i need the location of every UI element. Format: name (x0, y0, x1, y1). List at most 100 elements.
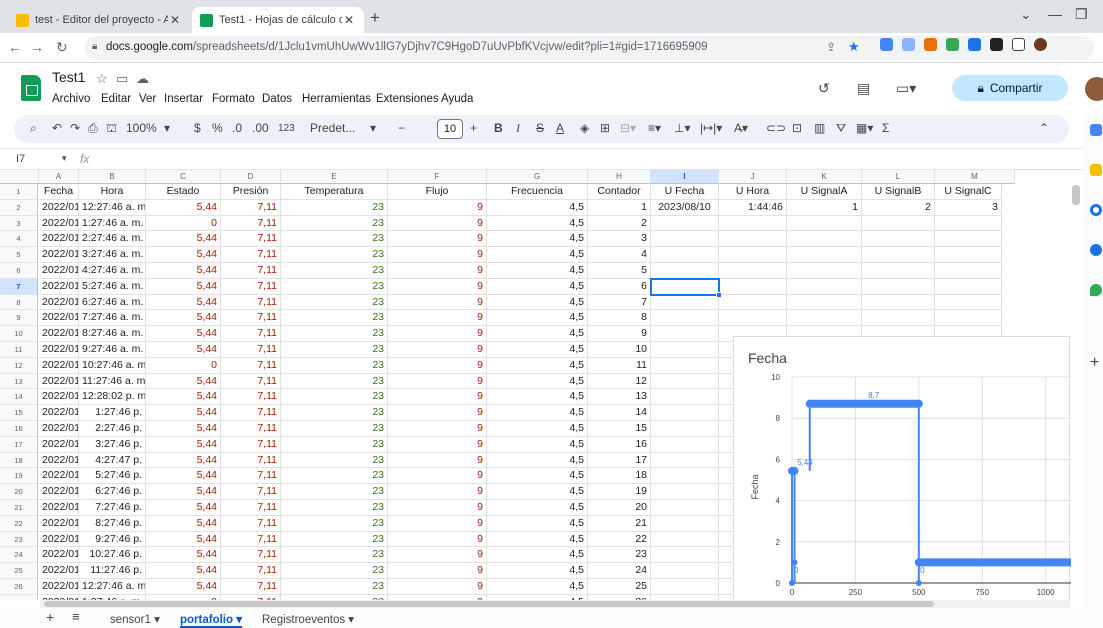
minimize-icon[interactable]: — (1048, 6, 1062, 22)
table-cell[interactable]: 9 (388, 436, 487, 453)
table-cell[interactable]: 3 (588, 231, 651, 248)
table-cell[interactable]: 9 (388, 579, 487, 595)
extension-icon[interactable] (968, 38, 981, 51)
table-cell[interactable]: 4:27:47 p. (79, 452, 146, 469)
table-cell[interactable]: 12:28:02 p. m. (79, 389, 146, 406)
table-cell[interactable]: 5,44 (146, 547, 221, 564)
row-header[interactable]: 3 (0, 215, 38, 232)
table-cell[interactable]: 23 (281, 484, 388, 500)
table-cell[interactable]: 9 (388, 231, 487, 248)
close-icon[interactable]: ✕ (168, 13, 182, 27)
table-cell[interactable]: 4,5 (487, 468, 588, 485)
table-cell[interactable]: 1:44:46 (719, 199, 787, 216)
table-cell[interactable]: 5,44 (146, 247, 221, 263)
table-cell[interactable]: 2022/01/01 (39, 326, 79, 342)
table-cell[interactable]: 2:27:46 a. m. (79, 231, 146, 248)
extension-icon[interactable] (880, 38, 893, 51)
text-wrap-icon[interactable]: |↦|▾ (700, 121, 722, 135)
menu-editar[interactable]: Editar (101, 93, 131, 105)
menu-formato[interactable]: Formato (212, 93, 255, 105)
extensions-puzzle-icon[interactable] (990, 38, 1003, 51)
contacts-icon[interactable] (1090, 244, 1102, 256)
table-cell[interactable]: 10 (588, 342, 651, 358)
table-cell[interactable]: 5 (588, 263, 651, 279)
table-cell[interactable]: 23 (281, 357, 388, 374)
table-cell[interactable]: 4,5 (487, 563, 588, 579)
table-cell[interactable]: 14 (588, 405, 651, 421)
table-cell[interactable] (651, 389, 719, 406)
table-cell[interactable]: 7:27:46 p. (79, 500, 146, 516)
table-cell[interactable]: 9 (388, 342, 487, 358)
table-cell[interactable]: 23 (281, 468, 388, 485)
menu-insertar[interactable]: Insertar (164, 93, 203, 105)
select-all-corner[interactable] (0, 170, 39, 184)
table-cell[interactable]: 8:27:46 p. (79, 515, 146, 532)
column-title-cell[interactable]: Hora (79, 184, 146, 200)
table-cell[interactable]: 5,44 (146, 326, 221, 342)
sheet-tab-sensor1[interactable]: sensor1 ▾ (110, 612, 160, 626)
table-cell[interactable]: 7 (588, 294, 651, 311)
table-cell[interactable] (651, 484, 719, 500)
table-cell[interactable]: 9 (388, 500, 487, 516)
borders-icon[interactable]: ⊞ (600, 121, 610, 135)
table-cell[interactable]: 9 (388, 326, 487, 342)
table-cell[interactable]: 10:27:46 a. m. (79, 357, 146, 374)
chevron-down-icon[interactable]: ⌄ (1020, 6, 1032, 23)
extension-icon[interactable] (924, 38, 937, 51)
table-cell[interactable]: 2023/08/10 (651, 199, 719, 216)
column-title-cell[interactable]: U SignalC (935, 184, 1002, 200)
table-cell[interactable]: 9 (388, 278, 487, 295)
table-cell[interactable]: 7,11 (221, 247, 281, 263)
table-cell[interactable]: 2:27:46 p. (79, 421, 146, 437)
new-tab-icon[interactable]: + (370, 8, 380, 28)
table-cell[interactable]: 2022/01/01 (39, 468, 79, 485)
table-cell[interactable] (935, 263, 1002, 279)
table-cell[interactable]: 2022/01/01 (39, 199, 79, 216)
table-cell[interactable]: 7,11 (221, 579, 281, 595)
table-cell[interactable]: 1:27:46 p. (79, 405, 146, 421)
decrease-font-size-button[interactable]: − (398, 121, 405, 135)
table-cell[interactable]: 7,11 (221, 547, 281, 564)
table-cell[interactable]: 23 (281, 310, 388, 327)
table-cell[interactable]: 2022/01/01 (39, 278, 79, 295)
table-cell[interactable]: 4,5 (487, 405, 588, 421)
table-cell[interactable] (651, 531, 719, 548)
table-cell[interactable]: 7,11 (221, 294, 281, 311)
name-box[interactable]: I7 (16, 153, 25, 165)
table-cell[interactable]: 23 (281, 452, 388, 469)
table-cell[interactable]: 9 (588, 326, 651, 342)
share-page-icon[interactable]: ⇪ (826, 40, 836, 54)
table-cell[interactable]: 7,11 (221, 405, 281, 421)
table-cell[interactable]: 5,44 (146, 231, 221, 248)
extension-icon[interactable] (902, 38, 915, 51)
table-cell[interactable]: 2 (862, 199, 935, 216)
table-cell[interactable]: 9 (388, 421, 487, 437)
star-icon[interactable]: ★ (848, 39, 860, 55)
table-cell[interactable] (862, 247, 935, 263)
table-cell[interactable]: 7,11 (221, 515, 281, 532)
print-icon[interactable]: ⎙ (88, 121, 98, 136)
table-cell[interactable]: 4,5 (487, 421, 588, 437)
table-cell[interactable]: 23 (281, 373, 388, 390)
table-cell[interactable]: 23 (281, 421, 388, 437)
table-cell[interactable]: 22 (588, 531, 651, 548)
table-cell[interactable]: 4,5 (487, 231, 588, 248)
table-cell[interactable]: 7:27:46 a. m. (79, 310, 146, 327)
table-cell[interactable]: 9 (388, 294, 487, 311)
history-icon[interactable]: ↺ (818, 80, 830, 97)
table-cell[interactable]: 2022/01/01 (39, 310, 79, 327)
insert-link-icon[interactable]: ⊂⊃ (766, 121, 786, 135)
table-cell[interactable]: 7,11 (221, 563, 281, 579)
menu-ayuda[interactable]: Ayuda (441, 93, 473, 105)
column-header-m[interactable]: M (935, 170, 1015, 184)
table-cell[interactable] (651, 231, 719, 248)
table-cell[interactable] (787, 247, 862, 263)
table-cell[interactable]: 8 (588, 310, 651, 327)
column-header-d[interactable]: D (221, 170, 281, 184)
table-cell[interactable] (651, 515, 719, 532)
table-cell[interactable]: 23 (281, 215, 388, 232)
table-cell[interactable]: 1 (588, 199, 651, 216)
table-cell[interactable]: 23 (588, 547, 651, 564)
table-cell[interactable]: 17 (588, 452, 651, 469)
functions-button[interactable]: Σ (882, 121, 889, 135)
